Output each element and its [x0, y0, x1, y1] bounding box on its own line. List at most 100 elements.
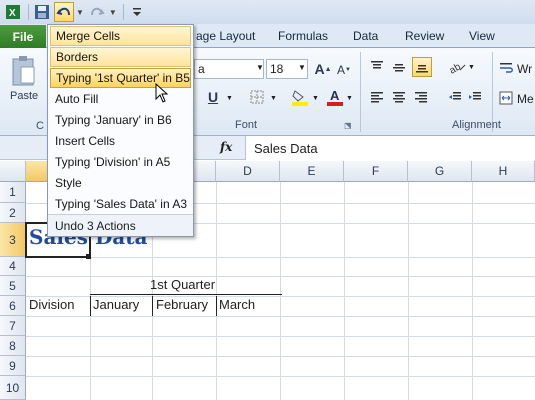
dialog-launcher-icon[interactable]: ⬔: [344, 121, 352, 130]
borders-icon[interactable]: [248, 89, 266, 105]
column-header-d[interactable]: D: [216, 161, 280, 182]
gridline: [26, 316, 535, 317]
tab-formulas[interactable]: Formulas: [278, 29, 328, 43]
undo-dropdown-arrow-icon[interactable]: ▼: [76, 8, 84, 17]
wrap-text-label[interactable]: Wr: [517, 62, 532, 76]
chevron-down-icon[interactable]: ▼: [270, 95, 277, 102]
gridline: [26, 257, 535, 258]
cell-border: [90, 296, 91, 316]
wrap-text-icon[interactable]: [498, 60, 514, 76]
gridline: [408, 182, 409, 400]
column-header-e[interactable]: E: [280, 161, 344, 182]
cell-border: [152, 296, 153, 316]
undo-item-typing-sales-data[interactable]: Typing 'Sales Data' in A3: [50, 194, 191, 214]
svg-text:A: A: [330, 88, 340, 103]
top-align-icon[interactable]: [368, 58, 386, 76]
orientation-icon[interactable]: ab: [446, 58, 468, 76]
row-header[interactable]: 3: [0, 223, 26, 257]
gridline: [472, 182, 473, 400]
insert-function-icon[interactable]: fx: [220, 140, 232, 154]
gridline: [26, 336, 535, 337]
undo-item-style[interactable]: Style: [50, 173, 191, 193]
undo-item-borders[interactable]: Borders: [50, 47, 191, 67]
cell-d6[interactable]: March: [219, 297, 255, 312]
font-name-box[interactable]: a: [194, 59, 264, 79]
svg-text:ab: ab: [448, 61, 463, 74]
row-header[interactable]: 10: [0, 376, 26, 400]
gridline: [280, 182, 281, 400]
row-header[interactable]: 9: [0, 356, 26, 376]
formula-input[interactable]: Sales Data: [245, 136, 535, 160]
align-right-icon[interactable]: [412, 88, 430, 106]
row-header[interactable]: 1: [0, 182, 26, 203]
cell-b5[interactable]: 1st Quarter: [150, 277, 215, 292]
chevron-down-icon[interactable]: ▼: [226, 95, 233, 102]
paste-label[interactable]: Paste: [10, 90, 38, 102]
redo-dropdown-arrow-icon[interactable]: ▼: [109, 8, 117, 17]
grow-font-icon[interactable]: A ▲: [314, 60, 332, 78]
underline-icon[interactable]: U: [205, 88, 221, 106]
redo-icon[interactable]: [87, 2, 107, 22]
group-separator: [360, 52, 361, 132]
undo-history-menu: Merge Cells Borders Typing '1st Quarter'…: [47, 24, 194, 237]
fill-handle[interactable]: [86, 254, 91, 259]
increase-indent-icon[interactable]: [466, 88, 484, 106]
row-header[interactable]: 2: [0, 203, 26, 223]
font-group-label: Font: [235, 119, 258, 131]
chevron-down-icon[interactable]: ▼: [312, 95, 319, 102]
excel-logo-icon[interactable]: X: [3, 2, 23, 22]
customize-icon[interactable]: [127, 2, 147, 22]
tab-page-layout[interactable]: age Layout: [196, 29, 255, 43]
chevron-down-icon[interactable]: ▼: [346, 95, 353, 102]
tab-view[interactable]: View: [469, 29, 495, 43]
undo-item-merge-cells[interactable]: Merge Cells: [50, 26, 191, 46]
tab-review[interactable]: Review: [405, 29, 444, 43]
save-icon[interactable]: [32, 2, 52, 22]
merge-center-label[interactable]: Me: [517, 92, 534, 106]
gridline: [26, 356, 535, 357]
chevron-down-icon[interactable]: ▼: [256, 63, 264, 72]
row-header[interactable]: 4: [0, 257, 26, 276]
row-header[interactable]: 6: [0, 296, 26, 316]
middle-align-icon[interactable]: [390, 58, 408, 76]
gridline: [216, 182, 217, 400]
bottom-align-icon[interactable]: [412, 57, 432, 77]
row-header[interactable]: 5: [0, 276, 26, 296]
cell-b6[interactable]: January: [93, 297, 139, 312]
column-header-f[interactable]: F: [344, 161, 408, 182]
column-header-g[interactable]: G: [408, 161, 472, 182]
undo-item-typing-january[interactable]: Typing 'January' in B6: [50, 110, 191, 130]
alignment-group-label: Alignment: [452, 119, 501, 131]
undo-icon[interactable]: [54, 2, 74, 22]
font-color-icon[interactable]: A: [325, 87, 345, 107]
undo-count-footer: Undo 3 Actions: [48, 214, 193, 236]
quick-access-toolbar: X ▼ ▼: [0, 0, 535, 24]
undo-item-typing-division[interactable]: Typing 'Division' in A5: [50, 152, 191, 172]
gridline: [26, 276, 535, 277]
row-header[interactable]: 8: [0, 336, 26, 356]
gridline: [344, 182, 345, 400]
gridline: [26, 376, 535, 377]
row-header[interactable]: 7: [0, 316, 26, 336]
undo-item-auto-fill[interactable]: Auto Fill: [50, 89, 191, 109]
undo-item-insert-cells[interactable]: Insert Cells: [50, 131, 191, 151]
svg-text:X: X: [9, 8, 16, 19]
tab-data[interactable]: Data: [353, 29, 378, 43]
paste-icon[interactable]: [8, 54, 38, 88]
cell-a6[interactable]: Division: [29, 297, 75, 312]
merge-underline: [90, 294, 282, 295]
clipboard-group-label: C: [36, 120, 44, 132]
chevron-down-icon[interactable]: ▼: [468, 64, 475, 71]
tab-file[interactable]: File: [0, 25, 46, 48]
chevron-down-icon[interactable]: ▼: [298, 63, 306, 72]
fill-color-icon[interactable]: [290, 87, 310, 107]
align-center-icon[interactable]: [390, 88, 408, 106]
merge-center-icon[interactable]: [498, 90, 514, 106]
select-all-corner[interactable]: [0, 161, 26, 182]
undo-item-typing-1st-quarter[interactable]: Typing '1st Quarter' in B5: [50, 68, 191, 88]
align-left-icon[interactable]: [368, 88, 386, 106]
cell-c6[interactable]: February: [156, 297, 208, 312]
column-header-h[interactable]: H: [472, 161, 535, 182]
shrink-font-icon[interactable]: A ▼: [336, 61, 352, 79]
decrease-indent-icon[interactable]: [446, 88, 464, 106]
